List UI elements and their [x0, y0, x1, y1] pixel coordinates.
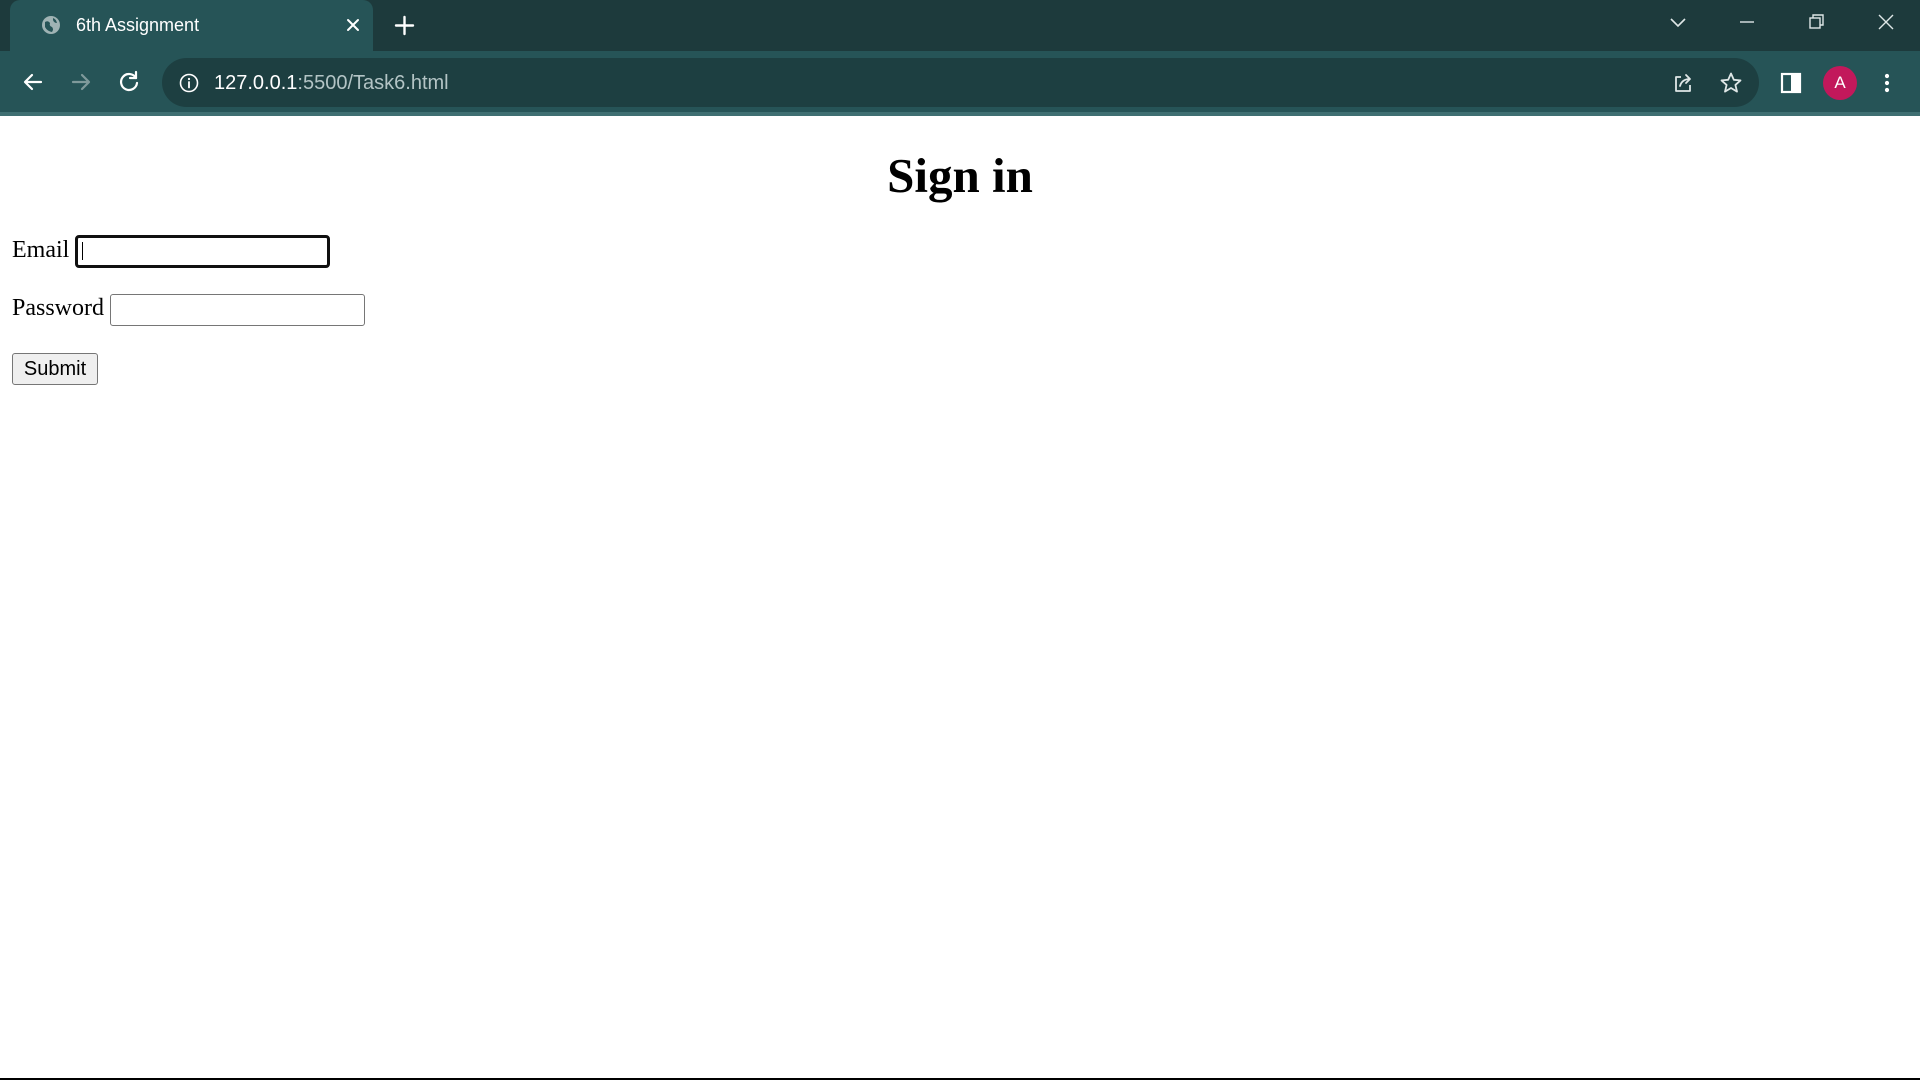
close-icon[interactable] — [342, 14, 364, 36]
url-path: :5500/Task6.html — [297, 72, 449, 94]
side-panel-icon[interactable] — [1778, 70, 1804, 96]
plus-icon[interactable] — [392, 13, 417, 38]
page-title: Sign in — [887, 148, 1033, 203]
arrow-left-icon[interactable] — [20, 69, 46, 95]
text-caret — [82, 242, 83, 260]
url-host: 127.0.0.1 — [214, 72, 298, 94]
password-label: Password — [12, 295, 105, 321]
page-viewport: Sign in Email Password Submit — [0, 116, 1920, 1078]
globe-icon — [42, 16, 60, 34]
url-text[interactable]: 127.0.0.1:5500/Task6.html — [214, 72, 449, 94]
minimize-icon[interactable] — [1735, 10, 1759, 34]
email-label: Email — [12, 237, 70, 263]
share-icon[interactable] — [1670, 70, 1696, 96]
avatar[interactable]: A — [1823, 66, 1857, 100]
email-field[interactable] — [75, 235, 330, 268]
info-icon[interactable] — [178, 72, 200, 94]
kebab-menu-icon[interactable] — [1874, 70, 1900, 96]
submit-button[interactable]: Submit — [12, 353, 98, 385]
arrow-right-icon[interactable] — [68, 69, 94, 95]
restore-icon[interactable] — [1804, 10, 1828, 34]
tab-strip: 6th Assignment — [0, 0, 1920, 51]
close-icon[interactable] — [1874, 10, 1898, 34]
reload-icon[interactable] — [116, 69, 142, 95]
star-icon[interactable] — [1718, 70, 1744, 96]
password-field[interactable] — [110, 294, 365, 326]
chevron-down-icon[interactable] — [1666, 10, 1690, 34]
tab-title: 6th Assignment — [76, 15, 200, 35]
active-tab[interactable]: 6th Assignment — [10, 0, 373, 51]
